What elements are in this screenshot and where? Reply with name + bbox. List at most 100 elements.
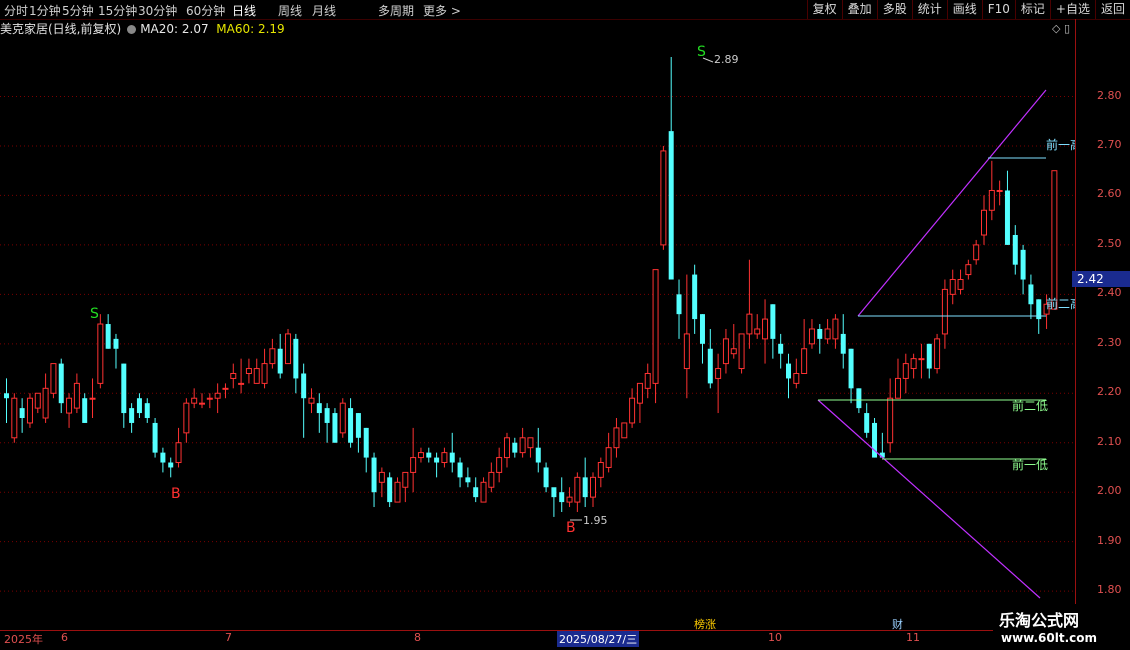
candle-body-down — [293, 338, 299, 379]
price-label: 2.00 — [1097, 484, 1122, 498]
candle-body-down — [144, 403, 150, 419]
candle-body-down — [82, 398, 88, 423]
candle-body-up — [269, 348, 276, 365]
candle-body-down — [152, 422, 158, 453]
candle-body-up — [652, 269, 659, 384]
candle-body-down — [324, 408, 330, 423]
period-tab[interactable]: 5分钟 — [62, 2, 94, 19]
toolbar-button[interactable]: 统计 — [911, 0, 947, 19]
period-tab[interactable]: 更多 > — [423, 2, 461, 19]
candle-body-down — [4, 393, 9, 399]
candle-body-up — [973, 244, 980, 261]
candle-body-up — [441, 452, 448, 464]
candle-body-down — [168, 462, 174, 468]
candle-body-up — [191, 397, 198, 404]
candle-body-down — [770, 304, 776, 339]
candle-body-down — [1004, 190, 1010, 245]
pause-icon[interactable]: ▯ — [1064, 22, 1070, 35]
dropdown-icon[interactable] — [127, 25, 137, 34]
price-label: 1.80 — [1097, 583, 1122, 597]
candle-body-up — [519, 437, 526, 454]
candle-body-up — [417, 452, 424, 459]
high-pointer — [702, 57, 714, 63]
prev-high1-label: 前一高 — [1046, 137, 1075, 152]
candle-body-down — [926, 343, 932, 369]
candle-body-up — [746, 313, 753, 335]
time-label-jun: 6 — [61, 631, 68, 644]
candle-body-up — [574, 476, 581, 503]
period-tab[interactable]: 月线 — [312, 2, 336, 19]
candle-body-down — [316, 403, 322, 414]
candle-body-up — [89, 397, 96, 400]
toolbar-button[interactable]: 复权 — [806, 0, 842, 19]
candle-body-up — [754, 328, 761, 335]
price-label: 2.40 — [1097, 286, 1122, 300]
period-tab[interactable]: 周线 — [278, 2, 302, 19]
candle-body-up — [762, 318, 769, 340]
time-cursor-date: 2025/08/27/三 — [557, 631, 640, 647]
candle-body-up — [832, 318, 839, 340]
top-toolbar: 分时 1分钟 5分钟 15分钟 30分钟 60分钟 日线 周线 月线 多周期 更多 > 复权 叠加 多股… — [0, 0, 1130, 20]
time-axis: 2025年 6 7 8 2025/08/27/三 10 11 — [0, 630, 1075, 647]
candle-body-up — [722, 338, 729, 365]
candle-body-down — [848, 348, 854, 389]
candle-body-up — [629, 397, 636, 424]
candle-body-up — [26, 397, 33, 424]
period-tab[interactable]: 日线 — [232, 2, 256, 19]
period-tab[interactable]: 15分钟 — [98, 2, 137, 19]
candle-body-down — [348, 408, 354, 443]
kline-chart[interactable]: 前一高前二高前二低前一低 S S B B 2.89 1.95 — [0, 36, 1075, 630]
candle-body-up — [566, 496, 573, 503]
candle-body-down — [582, 477, 588, 498]
candle-body-up — [941, 288, 948, 335]
toolbar-button[interactable]: 画线 — [946, 0, 982, 19]
candle-body-up — [965, 264, 972, 276]
toolbar-button[interactable]: F10 — [981, 0, 1015, 19]
period-tab[interactable]: 60分钟 — [186, 2, 225, 19]
toolbar-button[interactable]: 多股 — [876, 0, 912, 19]
toolbar-button[interactable]: 标记 — [1014, 0, 1050, 19]
candle-body-down — [699, 314, 705, 344]
period-tab[interactable]: 1分钟 — [29, 2, 61, 19]
candle-body-up — [245, 368, 252, 374]
candle-body-up — [660, 150, 667, 246]
candle-body-up — [496, 457, 503, 473]
candle-body-down — [707, 348, 713, 384]
diamond-icon[interactable]: ◇ — [1052, 22, 1060, 35]
candle-body-up — [590, 476, 596, 498]
candle-body-up — [801, 348, 808, 374]
period-tab[interactable]: 30分钟 — [138, 2, 177, 19]
buy-signal: B — [566, 520, 576, 536]
candle-body-down — [457, 462, 463, 478]
candle-body-up — [949, 279, 956, 295]
brand-url: www.60lt.com — [1001, 631, 1098, 645]
price-label: 2.20 — [1097, 385, 1122, 399]
candle-body-up — [636, 382, 643, 404]
current-price-tag: 2.42 — [1072, 271, 1130, 287]
toolbar-button[interactable]: 叠加 — [841, 0, 877, 19]
price-label: 2.50 — [1097, 236, 1122, 250]
candle-body-up — [214, 392, 221, 399]
period-tab[interactable]: 多周期 — [378, 2, 414, 19]
price-label: 2.70 — [1097, 137, 1122, 151]
period-tab[interactable]: 分时 — [4, 2, 28, 19]
time-label-year: 2025年 — [4, 633, 43, 646]
candle-body-down — [355, 413, 361, 438]
candle-body-up — [597, 462, 604, 478]
candle-body-up — [480, 481, 487, 503]
candle-body-up — [730, 348, 737, 355]
prev-low2-label: 前二低 — [1012, 398, 1048, 413]
candle-body-up — [261, 363, 268, 384]
candle-body-up — [957, 279, 964, 290]
candle-body-up — [175, 442, 182, 464]
candle-body-up — [503, 437, 510, 459]
candle-body-down — [668, 131, 674, 280]
candle-body-up — [410, 457, 417, 473]
candle-body-down — [19, 408, 25, 419]
candle-body-down — [559, 492, 565, 503]
candle-body-up — [1051, 170, 1058, 310]
toolbar-button[interactable]: +自选 — [1049, 0, 1095, 19]
candle-body-down — [449, 452, 455, 463]
candle-body-down — [434, 457, 440, 463]
toolbar-button[interactable]: 返回 — [1094, 0, 1130, 19]
